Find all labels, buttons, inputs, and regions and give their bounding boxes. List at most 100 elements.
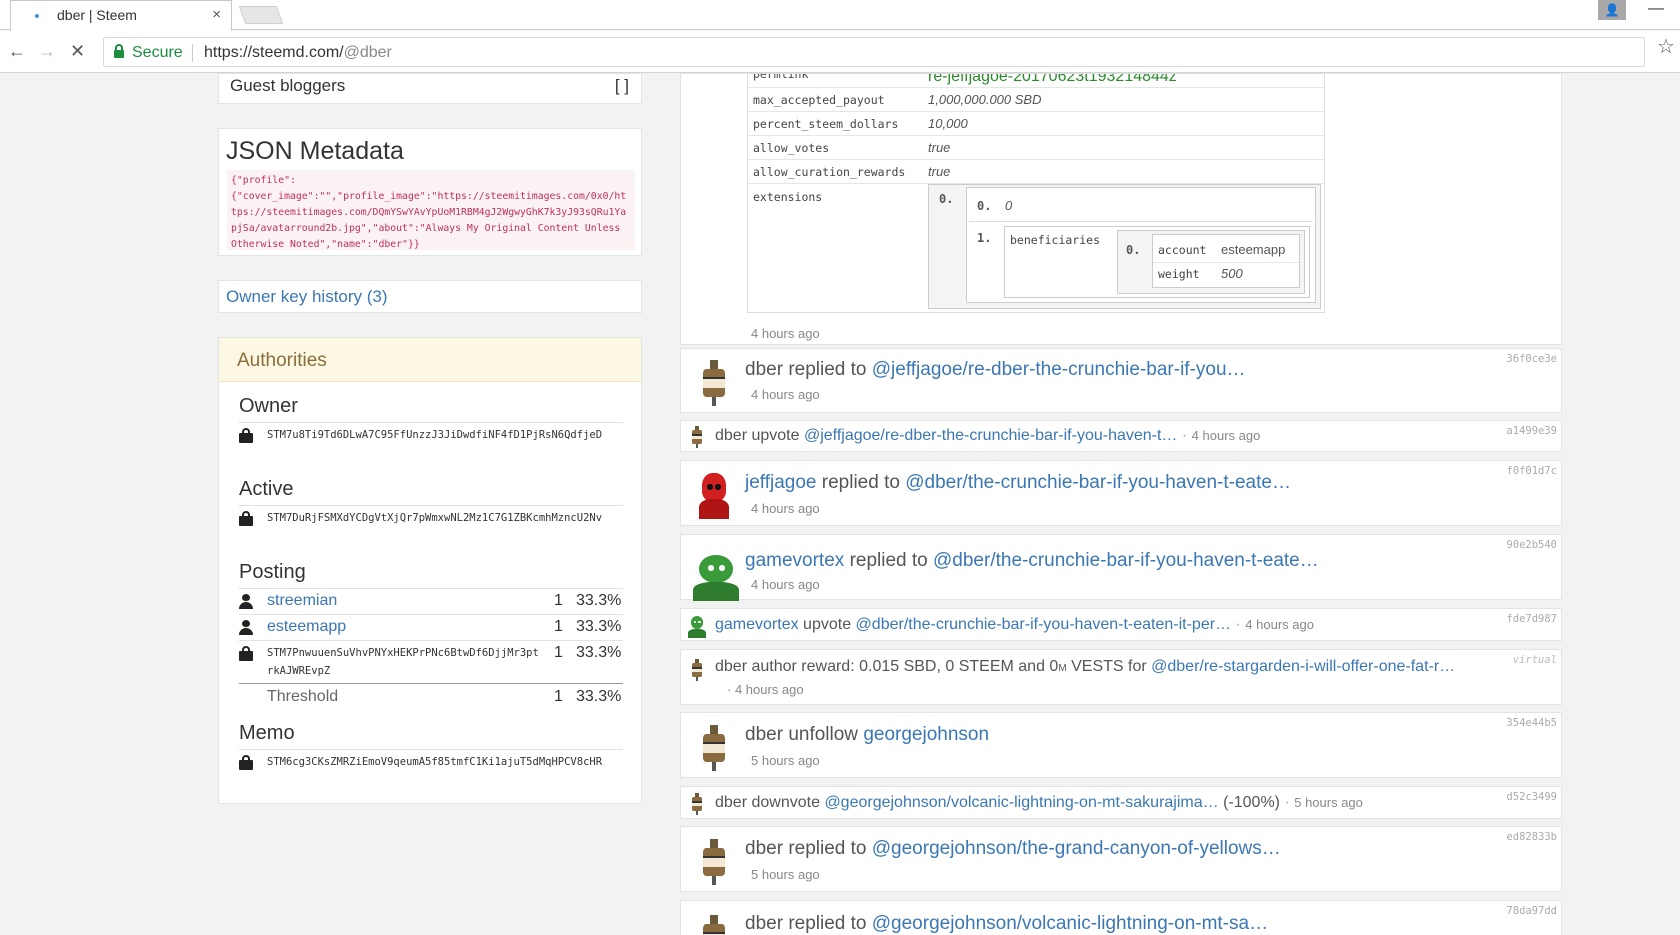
operation-item: gamevortex upvote @dber/the-crunchie-bar… (680, 608, 1562, 641)
loading-favicon-icon (35, 14, 39, 18)
browser-tab[interactable]: dber | Steem × (10, 0, 232, 31)
memo-label: Memo (239, 722, 295, 744)
op-text: dber downvote @georgejohnson/volcanic-li… (715, 794, 1363, 811)
op-hash[interactable]: f0f01d7c (1506, 465, 1557, 477)
op-hash[interactable]: ed82833b (1506, 831, 1557, 843)
avatar[interactable] (693, 555, 739, 601)
avatar[interactable] (696, 360, 732, 406)
avatar[interactable] (696, 915, 732, 935)
op-text: jeffjagoe replied to @dber/the-crunchie-… (745, 472, 1291, 493)
stop-loading-icon[interactable]: ✕ (70, 41, 85, 62)
comment-options-card: permlink re-jeffjagoe-20170623t193214844… (680, 73, 1562, 345)
op-text: dber replied to @georgejohnson/the-grand… (745, 838, 1281, 859)
op-timestamp: 4 hours ago (751, 577, 820, 592)
divider (239, 683, 623, 684)
avatar[interactable] (688, 659, 706, 681)
avatar[interactable] (696, 473, 732, 519)
extensions-row: extensions 0. 0. 0 1. beneficiaries 0. a… (748, 184, 1324, 312)
op-hash[interactable]: 354e44b5 (1506, 717, 1557, 729)
op-user-link[interactable]: gamevortex (745, 550, 844, 571)
posting-account-link[interactable]: streemian (267, 592, 337, 610)
permlink-key: permlink (753, 74, 809, 81)
guest-bloggers-panel: Guest bloggers [ ] (218, 73, 642, 104)
owner-label: Owner (239, 395, 298, 417)
posting-account-weight: 1 (554, 618, 563, 635)
posting-account-link[interactable]: esteemapp (267, 618, 346, 636)
beneficiary-detail: account esteemapp weight 500 (1152, 234, 1300, 288)
active-key: STM7DuRjFSMXdYCDgVtXjQr7pWmxwNL2Mz1C7G1Z… (267, 512, 603, 524)
new-tab-button[interactable] (238, 6, 284, 24)
tab-close-icon[interactable]: × (212, 6, 221, 23)
op-user-link[interactable]: jeffjagoe (745, 472, 817, 493)
operation-item: gamevortex replied to @dber/the-crunchie… (680, 534, 1562, 601)
op-text: gamevortex replied to @dber/the-crunchie… (745, 550, 1319, 571)
op-text: dber author reward: 0.015 SBD, 0 STEEM a… (715, 658, 1456, 675)
owner-key-history-panel: Owner key history (3) (218, 280, 642, 313)
url-input[interactable]: Secure https://steemd.com/@dber (103, 37, 1645, 67)
detail-key: percent_steem_dollars (753, 117, 899, 131)
posting-key-weight: 1 (554, 644, 563, 661)
extensions-key: extensions (753, 190, 823, 204)
avatar[interactable] (696, 839, 732, 885)
owner-key-history-link[interactable]: Owner key history (3) (226, 287, 388, 307)
beneficiaries-box: beneficiaries 0. account esteemapp weigh… (1004, 226, 1310, 298)
detail-row: percent_steem_dollars 10,000 (748, 112, 1324, 136)
threshold-label: Threshold (267, 688, 339, 705)
lock-icon (239, 428, 253, 443)
weight-key: weight (1158, 267, 1200, 281)
weight-value: 500 (1221, 266, 1243, 281)
lock-icon (114, 44, 124, 58)
op-user-link[interactable]: gamevortex (715, 616, 799, 633)
avatar[interactable] (688, 426, 706, 448)
op-hash[interactable]: a1499e39 (1506, 425, 1557, 437)
divider (239, 614, 623, 615)
threshold-weight: 1 (554, 688, 563, 705)
memo-key: STM6cg3CKsZMRZiEmoV9qeumA5f85tmfC1Ki1aju… (267, 756, 603, 768)
op-hash[interactable]: 90e2b540 (1506, 539, 1557, 551)
operation-item: dber replied to @georgejohnson/the-grand… (680, 826, 1562, 892)
op-target-link[interactable]: @dber/the-crunchie-bar-if-you-haven-t-ea… (856, 616, 1232, 633)
posting-account-percent: 33.3% (576, 592, 622, 609)
op-hash[interactable]: 78da97dd (1506, 905, 1557, 917)
profile-icon[interactable]: 👤 (1598, 0, 1626, 20)
op-hash[interactable]: 36f0ce3e (1506, 353, 1557, 365)
forward-arrow-icon[interactable]: → (38, 41, 56, 62)
authorities-title: Authorities (237, 350, 327, 371)
op-target-link[interactable]: @georgejohnson/volcanic-lightning-on-mt-… (872, 913, 1268, 934)
op-target-link[interactable]: @dber/the-crunchie-bar-if-you-haven-t-ea… (905, 472, 1291, 493)
op-target-link[interactable]: @georgejohnson/volcanic-lightning-on-mt-… (824, 794, 1218, 811)
op-text: dber unfollow georgejohnson (745, 724, 990, 745)
op-timestamp: 5 hours ago (751, 867, 820, 882)
tab-title: dber | Steem (57, 7, 137, 23)
avatar[interactable] (696, 725, 732, 771)
avatar[interactable] (688, 616, 706, 638)
op-target-link[interactable]: @georgejohnson/the-grand-canyon-of-yello… (872, 838, 1281, 859)
op-text: dber replied to @jeffjagoe/re-dber-the-c… (745, 359, 1246, 380)
extensions-box: 0. 0. 0 1. beneficiaries 0. account este… (928, 184, 1321, 309)
secure-label: Secure (132, 44, 183, 61)
detail-key: allow_votes (753, 141, 830, 155)
op-hash[interactable]: d52c3499 (1506, 791, 1557, 803)
authorities-header: Authorities (219, 338, 641, 382)
operation-item: jeffjagoe replied to @dber/the-crunchie-… (680, 460, 1562, 526)
operation-item: dber downvote @georgejohnson/volcanic-li… (680, 786, 1562, 819)
op-hash[interactable]: fde7d987 (1506, 613, 1557, 625)
op-target-link[interactable]: @jeffjagoe/re-dber-the-crunchie-bar-if-y… (804, 427, 1177, 444)
op-timestamp: 4 hours ago (751, 326, 820, 341)
guest-bloggers-label: Guest bloggers (230, 76, 346, 95)
op-target-link[interactable]: @jeffjagoe/re-dber-the-crunchie-bar-if-y… (872, 359, 1246, 380)
back-arrow-icon[interactable]: ← (8, 41, 26, 62)
bookmark-star-icon[interactable]: ☆ (1657, 34, 1680, 59)
detail-key: max_accepted_payout (753, 93, 885, 107)
threshold-percent: 33.3% (576, 688, 622, 705)
op-timestamp: 4 hours ago (1191, 428, 1261, 443)
op-timestamp: 4 hours ago (751, 387, 820, 402)
op-target-link[interactable]: georgejohnson (863, 724, 989, 745)
op-timestamp: 4 hours ago (751, 501, 820, 516)
avatar[interactable] (688, 793, 706, 815)
op-text: dber replied to @georgejohnson/volcanic-… (745, 913, 1269, 934)
op-target-link[interactable]: @dber/re-stargarden-i-will-offer-one-fat… (1151, 658, 1455, 675)
minimize-button[interactable]: — (1648, 0, 1664, 18)
detail-value: 1,000,000.000 SBD (928, 92, 1042, 107)
op-target-link[interactable]: @dber/the-crunchie-bar-if-you-haven-t-ea… (933, 550, 1319, 571)
